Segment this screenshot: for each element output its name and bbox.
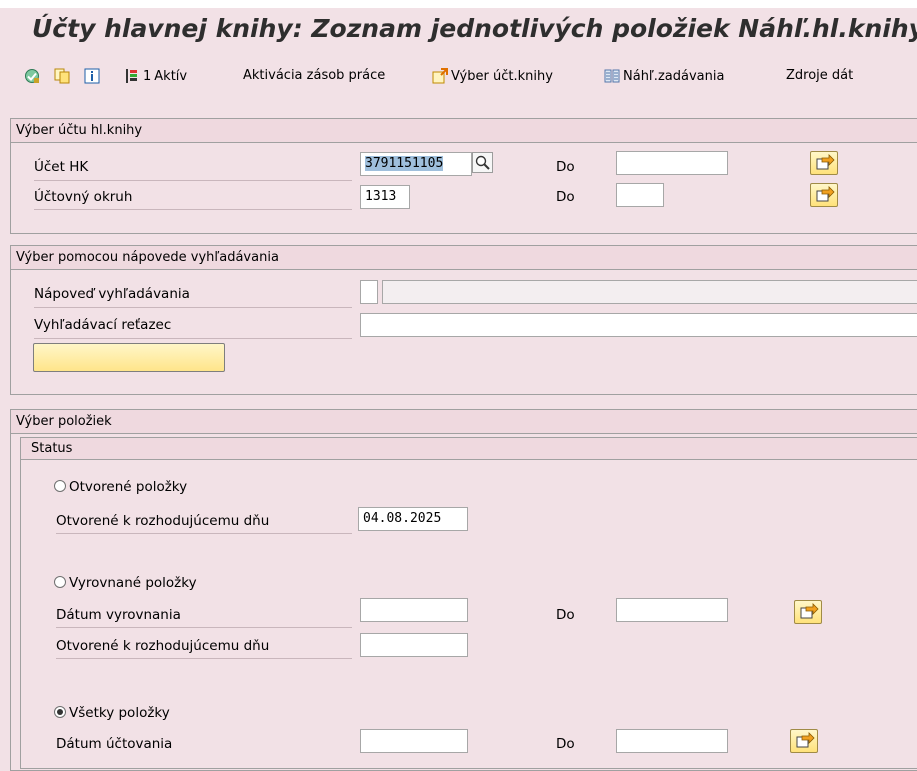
active-worklist-button[interactable]: 1 Aktív [124, 68, 187, 84]
all-items-radio-button[interactable] [54, 706, 66, 718]
active-count: 1 [143, 68, 152, 84]
gl-account-label: Účet HK [34, 159, 89, 175]
application-toolbar: 1 Aktív Aktivácia zásob práce Výber účt.… [0, 60, 917, 96]
company-code-multiple-selection-button[interactable] [810, 183, 838, 207]
item-selection-header: Výber položiek [11, 410, 917, 434]
select-ledger-button[interactable]: Výber účt.knihy [432, 68, 553, 84]
gl-account-multiple-selection-button[interactable] [810, 151, 838, 175]
search-help-underline [34, 307, 352, 308]
data-sources-label: Zdroje dát [786, 68, 854, 83]
entry-view-icon [604, 68, 620, 84]
posting-date-to-label: Do [556, 736, 575, 752]
gl-account-to-input[interactable] [616, 151, 728, 175]
cleared-items-radio[interactable]: Vyrovnané položky [54, 575, 197, 591]
company-code-underline [34, 209, 352, 210]
company-code-to-label: Do [556, 189, 575, 205]
activate-worklist-button[interactable]: Aktivácia zásob práce [243, 68, 385, 83]
open-items-label: Otvorené položky [69, 479, 188, 495]
cleared-key-date-input[interactable] [360, 633, 468, 657]
activate-worklist-label: Aktivácia zásob práce [243, 68, 386, 83]
cleared-items-label: Vyrovnané položky [69, 575, 197, 591]
search-string-label: Vyhľadávací reťazec [34, 317, 172, 333]
company-code-to-input[interactable] [616, 183, 664, 207]
search-string-underline [34, 338, 352, 339]
active-label: Aktív [154, 68, 188, 84]
entry-view-label: Náhľ.zadávania [623, 68, 725, 84]
clearing-date-multiple-selection-button[interactable] [794, 600, 822, 624]
info-button[interactable] [84, 68, 100, 84]
cleared-key-date-label: Otvorené k rozhodujúcemu dňu [56, 638, 270, 654]
title-bar: Účty hlavnej knihy: Zoznam jednotlivých … [0, 8, 917, 56]
posting-date-from-input[interactable] [360, 729, 468, 753]
clearing-date-underline [56, 627, 352, 628]
page-title: Účty hlavnej knihy: Zoznam jednotlivých … [32, 14, 917, 43]
all-items-radio[interactable]: Všetky položky [54, 705, 170, 721]
account-selection-group: Výber účtu hl.knihy [10, 118, 917, 234]
open-items-radio-button[interactable] [54, 480, 66, 492]
cleared-key-date-underline [56, 658, 352, 659]
gl-account-input[interactable]: 3791151105 [360, 152, 472, 176]
multiple-selection-icon [816, 154, 835, 170]
worklist-icon [124, 68, 140, 84]
open-key-date-underline [56, 533, 352, 534]
search-help-id-input[interactable] [360, 280, 378, 304]
execute-icon [24, 68, 40, 84]
search-string-input[interactable] [360, 313, 917, 337]
open-items-radio[interactable]: Otvorené položky [54, 479, 187, 495]
company-code-input[interactable]: 1313 [360, 185, 410, 209]
search-help-header: Výber pomocou nápovede vyhľadávania [11, 246, 917, 270]
posting-date-label: Dátum účtovania [56, 736, 173, 752]
all-items-label: Všetky položky [69, 705, 170, 721]
search-help-description-field [382, 280, 917, 304]
copy-variant-icon [54, 68, 70, 84]
magnifier-icon [475, 155, 490, 170]
clearing-date-to-label: Do [556, 607, 575, 623]
status-header: Status [21, 438, 917, 460]
open-key-date-label: Otvorené k rozhodujúcemu dňu [56, 513, 270, 529]
multiple-selection-icon [800, 603, 819, 619]
account-selection-header: Výber účtu hl.knihy [11, 119, 917, 143]
multiple-selection-icon [796, 732, 815, 748]
info-icon [84, 68, 100, 84]
gl-account-search-button[interactable] [472, 152, 493, 173]
execute-button[interactable] [24, 68, 40, 84]
clearing-date-from-input[interactable] [360, 598, 468, 622]
gl-account-to-label: Do [556, 159, 575, 175]
get-variant-button[interactable] [54, 68, 70, 84]
gl-account-underline [34, 180, 352, 181]
select-ledger-label: Výber účt.knihy [451, 68, 553, 84]
clearing-date-label: Dátum vyrovnania [56, 607, 181, 623]
posting-date-multiple-selection-button[interactable] [790, 729, 818, 753]
open-key-date-input[interactable]: 04.08.2025 [358, 507, 468, 531]
clearing-date-to-input[interactable] [616, 598, 728, 622]
multiple-selection-icon [816, 186, 835, 202]
data-sources-button[interactable]: Zdroje dát [786, 68, 853, 83]
cleared-items-radio-button[interactable] [54, 576, 66, 588]
search-help-label: Nápoveď vyhľadávania [34, 286, 190, 302]
top-strip [0, 0, 917, 8]
company-code-label: Účtovný okruh [34, 189, 133, 205]
entry-view-button[interactable]: Náhľ.zadávania [604, 68, 724, 84]
posting-date-to-input[interactable] [616, 729, 728, 753]
ledger-selection-icon [432, 68, 448, 84]
search-help-execute-button[interactable] [33, 343, 225, 372]
